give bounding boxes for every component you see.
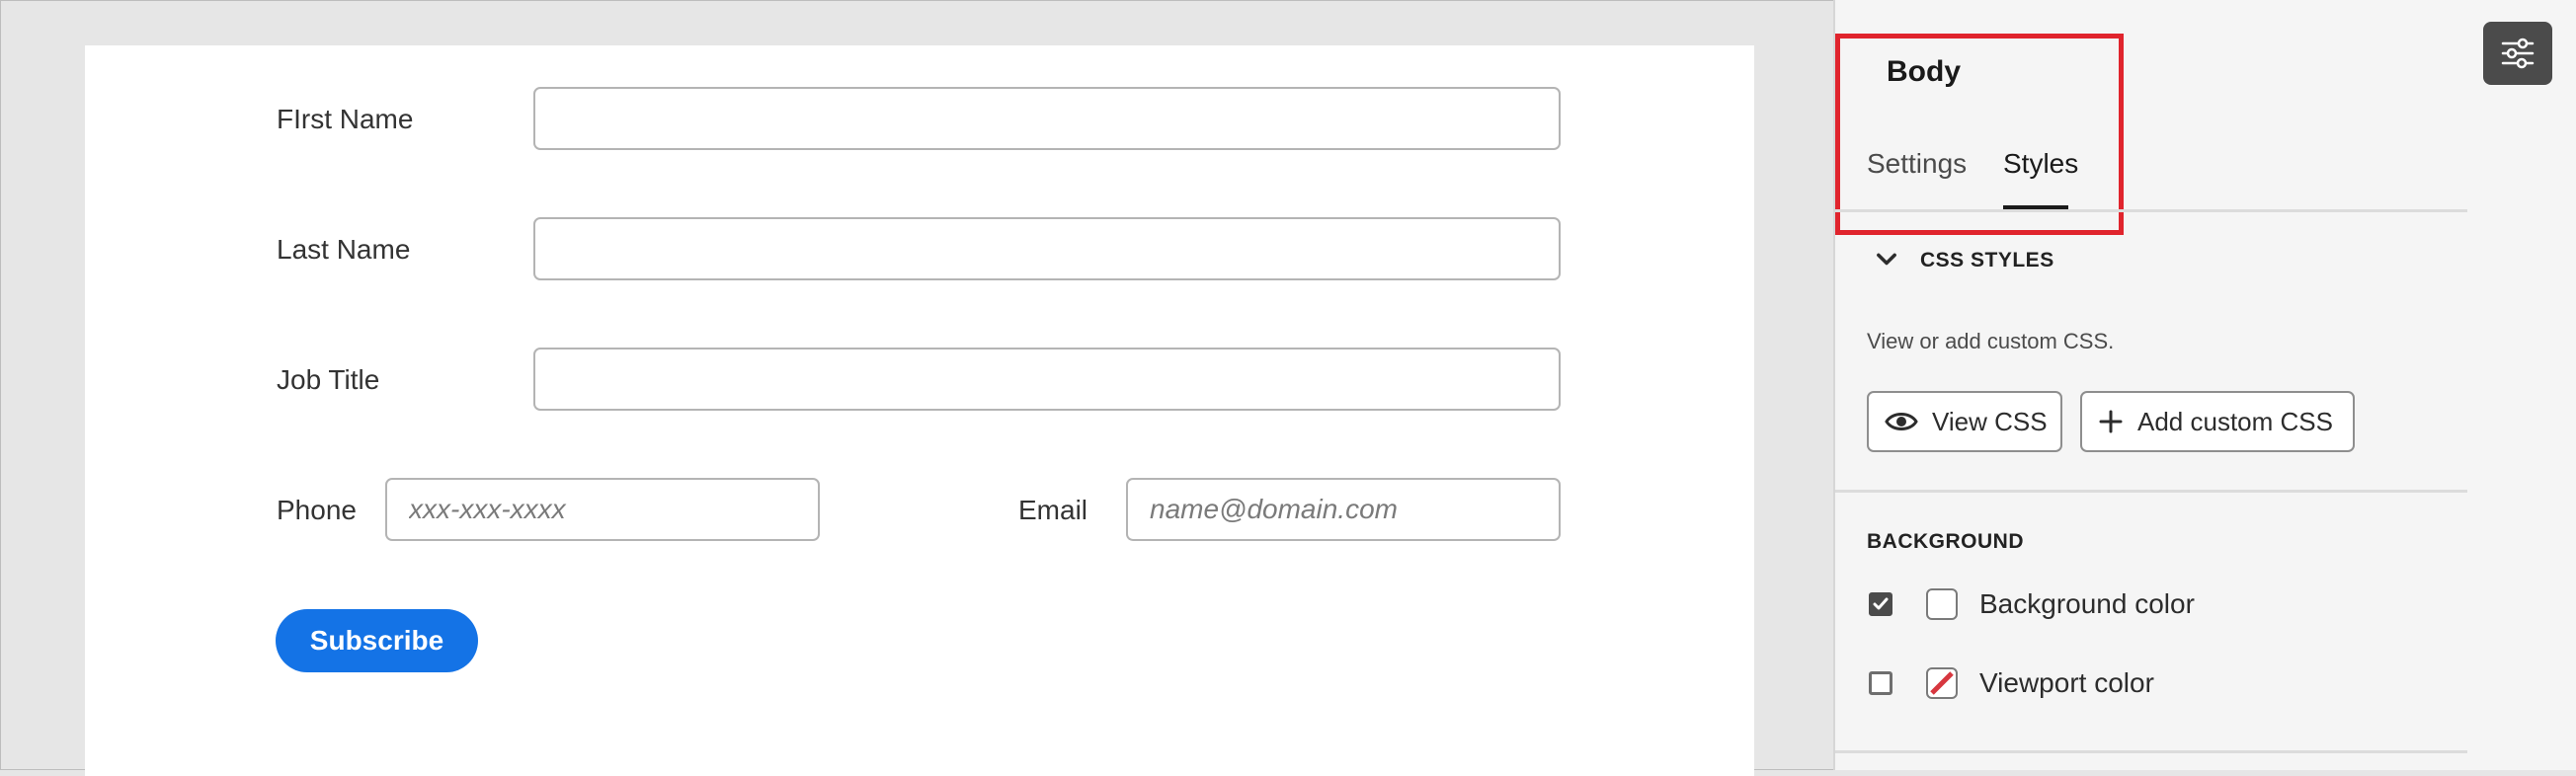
first-name-field[interactable] xyxy=(533,87,1561,150)
viewport-color-label: Viewport color xyxy=(1979,667,2154,698)
first-name-label: FIrst Name xyxy=(277,104,414,134)
properties-panel: Body Settings Styles CSS STYLES View or … xyxy=(1833,0,2469,770)
panel-title: Body xyxy=(1887,55,1961,88)
no-color-icon xyxy=(1930,671,1954,695)
job-title-label: Job Title xyxy=(277,364,380,395)
checkmark-icon xyxy=(1873,597,1889,610)
view-css-button[interactable]: View CSS xyxy=(1867,391,2062,452)
properties-button[interactable] xyxy=(2483,22,2552,85)
background-color-label: Background color xyxy=(1979,588,2195,619)
css-styles-toggle[interactable]: CSS STYLES xyxy=(1867,243,2163,276)
last-name-field[interactable] xyxy=(533,217,1561,280)
email-canvas: FIrst Name Last Name Job Title Phone Ema… xyxy=(85,45,1754,776)
divider xyxy=(1835,750,2467,753)
job-title-field[interactable] xyxy=(533,348,1561,411)
view-css-label: View CSS xyxy=(1932,406,2048,436)
divider xyxy=(1835,490,2467,493)
right-rail xyxy=(2467,0,2576,770)
background-heading: BACKGROUND xyxy=(1867,530,2024,553)
email-label: Email xyxy=(1018,495,1088,525)
chevron-down-icon xyxy=(1877,253,1896,266)
highlight-box xyxy=(1835,34,2124,235)
properties-sliders-icon xyxy=(2501,38,2535,69)
background-color-checkbox[interactable] xyxy=(1869,592,1892,616)
phone-label: Phone xyxy=(277,495,357,525)
last-name-label: Last Name xyxy=(277,234,411,265)
tab-settings[interactable]: Settings xyxy=(1867,148,1967,180)
phone-field[interactable] xyxy=(385,478,820,541)
css-styles-heading: CSS STYLES xyxy=(1920,249,2054,272)
css-styles-description: View or add custom CSS. xyxy=(1867,329,2115,353)
add-custom-css-button[interactable]: Add custom CSS xyxy=(2080,391,2355,452)
eye-icon xyxy=(1885,413,1918,430)
viewport-color-swatch[interactable] xyxy=(1926,667,1958,699)
divider xyxy=(1835,209,2467,212)
tab-styles[interactable]: Styles xyxy=(2003,148,2078,180)
viewport-color-checkbox[interactable] xyxy=(1869,671,1892,695)
background-color-swatch[interactable] xyxy=(1926,588,1958,620)
email-field[interactable] xyxy=(1126,478,1561,541)
subscribe-button[interactable]: Subscribe xyxy=(276,609,478,672)
add-custom-css-label: Add custom CSS xyxy=(2137,406,2333,436)
plus-icon xyxy=(2099,410,2123,433)
